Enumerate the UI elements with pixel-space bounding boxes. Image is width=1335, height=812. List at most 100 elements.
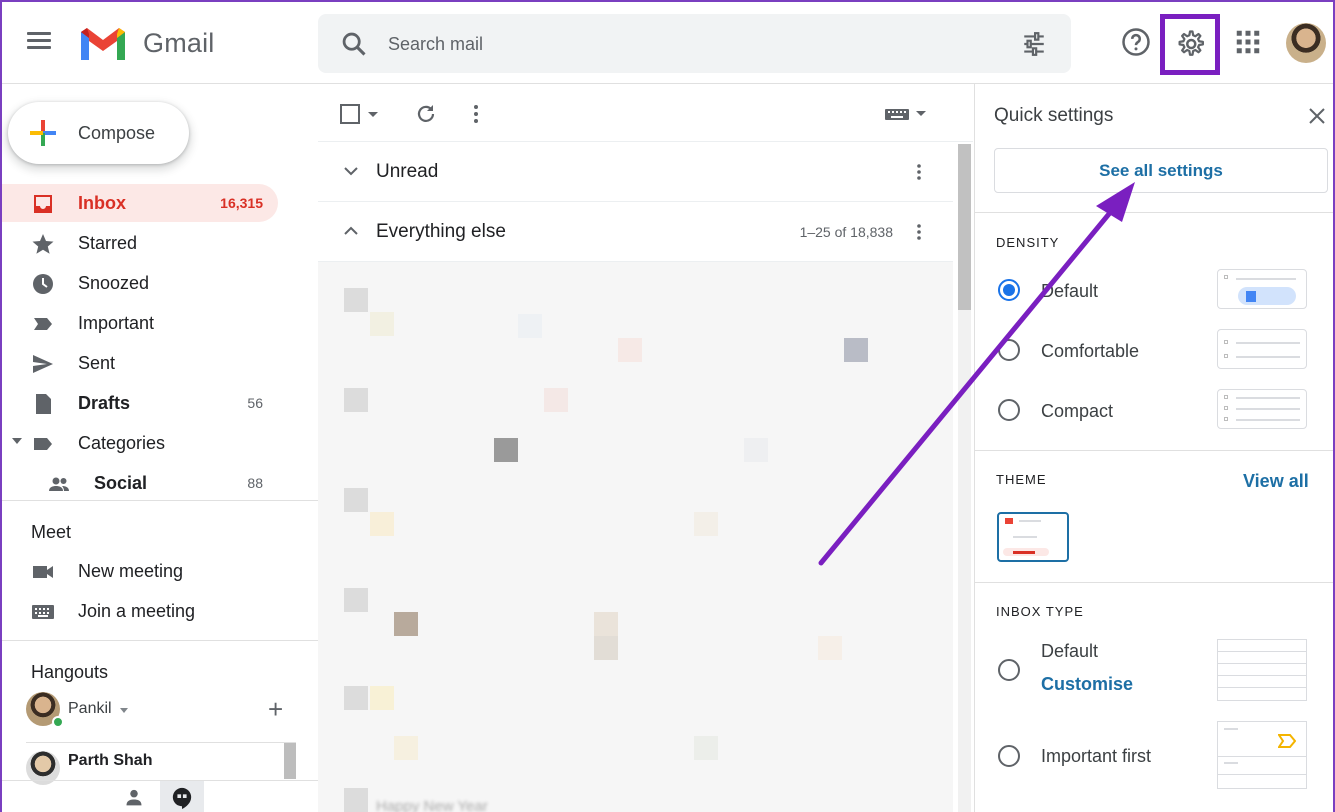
- mail-list-scrollbar[interactable]: [958, 144, 971, 812]
- select-checkbox-icon[interactable]: [338, 102, 362, 126]
- search-input[interactable]: [388, 28, 988, 60]
- sidebar-item-sent[interactable]: Sent: [0, 344, 278, 382]
- mail-list-panel: Unread Everything else 1–25 of 18,838 Ha…: [318, 84, 973, 812]
- blurred-block: [594, 636, 618, 660]
- sidebar-item-snoozed[interactable]: Snoozed: [0, 264, 278, 302]
- add-contact-icon[interactable]: +: [268, 696, 283, 722]
- density-option-label: Default: [1041, 281, 1099, 301]
- sidebar-item-starred[interactable]: Starred: [0, 224, 278, 262]
- expand-arrow-icon[interactable]: [12, 438, 22, 444]
- hangouts-contact[interactable]: Parth Shah: [26, 742, 296, 785]
- inbox-default-preview[interactable]: [1217, 639, 1307, 701]
- sidebar: Compose Inbox 16,315 Starred Snoozed Imp…: [0, 84, 318, 812]
- density-default-radio[interactable]: [998, 279, 1020, 301]
- preview-line: [1013, 551, 1035, 554]
- blurred-block: [844, 338, 868, 362]
- blurred-block: [344, 388, 368, 412]
- customise-link[interactable]: Customise: [1041, 674, 1133, 695]
- gmail-logo-icon[interactable]: [78, 24, 128, 64]
- contact-name: Parth Shah: [68, 752, 153, 769]
- blurred-block: [694, 736, 718, 760]
- sidebar-item-categories[interactable]: Categories: [0, 424, 278, 462]
- compose-button[interactable]: Compose: [8, 102, 189, 164]
- pagination-range: 1–25 of 18,838: [799, 224, 893, 240]
- preview-checkbox: [1224, 354, 1228, 358]
- blurred-block: [344, 588, 368, 612]
- inbox-default-radio[interactable]: [998, 659, 1020, 681]
- blurred-block: [394, 736, 418, 760]
- more-options-icon[interactable]: [909, 162, 929, 182]
- preview-checkbox: [1224, 340, 1228, 344]
- blurred-email-list[interactable]: Happy New Year: [318, 262, 953, 812]
- hangouts-user[interactable]: Pankil +: [26, 690, 316, 730]
- refresh-icon[interactable]: [414, 102, 438, 126]
- close-icon[interactable]: [1307, 106, 1327, 126]
- preview-checkbox: [1224, 395, 1228, 399]
- view-all-themes-link[interactable]: View all: [1243, 471, 1309, 492]
- video-camera-icon: [33, 566, 53, 578]
- join-meeting-item[interactable]: Join a meeting: [0, 592, 278, 630]
- divider: [0, 640, 318, 641]
- sidebar-item-label: Snoozed: [78, 273, 150, 293]
- social-count: 88: [247, 475, 263, 491]
- sidebar-item-social[interactable]: Social 88: [0, 464, 278, 502]
- section-everything-else[interactable]: Everything else 1–25 of 18,838: [318, 202, 953, 262]
- draft-count: 56: [247, 395, 263, 411]
- chevron-down-icon[interactable]: [342, 162, 360, 180]
- section-unread[interactable]: Unread: [318, 142, 953, 202]
- help-icon[interactable]: [1121, 27, 1151, 57]
- people-icon: [49, 477, 69, 491]
- section-title: Everything else: [376, 221, 506, 242]
- see-all-settings-button[interactable]: See all settings: [994, 148, 1328, 193]
- density-compact-preview[interactable]: [1217, 389, 1307, 429]
- sidebar-item-drafts[interactable]: Drafts 56: [0, 384, 278, 422]
- blurred-block: [694, 512, 718, 536]
- inbox-type-option-label: Important first: [1041, 746, 1152, 766]
- caret-down-icon[interactable]: [120, 708, 128, 713]
- preview-line: [1013, 536, 1037, 538]
- density-option-label: Compact: [1041, 401, 1114, 421]
- density-comfortable-preview[interactable]: [1217, 329, 1307, 369]
- more-options-icon[interactable]: [909, 222, 929, 242]
- new-meeting-item[interactable]: New meeting: [0, 552, 278, 590]
- star-icon: [32, 234, 54, 254]
- sidebar-item-inbox[interactable]: Inbox 16,315: [0, 184, 278, 222]
- person-icon[interactable]: [124, 787, 144, 807]
- contacts-scrollbar[interactable]: [284, 743, 296, 779]
- more-options-icon[interactable]: [464, 102, 488, 126]
- density-compact-radio[interactable]: [998, 399, 1020, 421]
- blurred-block: [594, 612, 618, 636]
- gear-icon[interactable]: [1175, 29, 1205, 59]
- doc-icon: [1246, 291, 1256, 302]
- chevron-up-icon[interactable]: [342, 222, 360, 240]
- settings-highlight[interactable]: [1160, 14, 1220, 75]
- hangouts-title: Hangouts: [31, 662, 109, 682]
- density-default-preview[interactable]: [1217, 269, 1307, 309]
- inbox-important-first-preview[interactable]: [1217, 721, 1307, 789]
- density-comfortable-radio[interactable]: [998, 339, 1020, 361]
- sidebar-item-label: Categories: [78, 433, 166, 453]
- apps-grid-icon[interactable]: [1233, 27, 1263, 57]
- scrollbar-thumb[interactable]: [958, 144, 971, 310]
- new-meeting-label: New meeting: [78, 561, 184, 581]
- input-tools-keyboard-icon[interactable]: [884, 102, 910, 126]
- unread-count: 16,315: [220, 195, 263, 211]
- sidebar-item-label: Important: [78, 313, 155, 333]
- main-menu-button[interactable]: [27, 28, 57, 58]
- tab-conversations[interactable]: [160, 781, 204, 812]
- theme-preview[interactable]: [997, 512, 1069, 562]
- search-icon[interactable]: [340, 30, 368, 58]
- caret-down-icon[interactable]: [366, 102, 380, 126]
- blurred-block: [518, 314, 542, 338]
- blurred-block: [344, 686, 368, 710]
- caret-down-icon[interactable]: [914, 102, 928, 126]
- sidebar-item-important[interactable]: Important: [0, 304, 278, 342]
- divider: [975, 450, 1335, 451]
- important-icon: [34, 318, 52, 330]
- search-options-icon[interactable]: [1020, 31, 1048, 57]
- inbox-important-first-radio[interactable]: [998, 745, 1020, 767]
- account-avatar[interactable]: [1286, 23, 1326, 63]
- clock-icon: [33, 274, 53, 294]
- app-header: Gmail: [0, 0, 1335, 84]
- search-bar[interactable]: [318, 14, 1071, 73]
